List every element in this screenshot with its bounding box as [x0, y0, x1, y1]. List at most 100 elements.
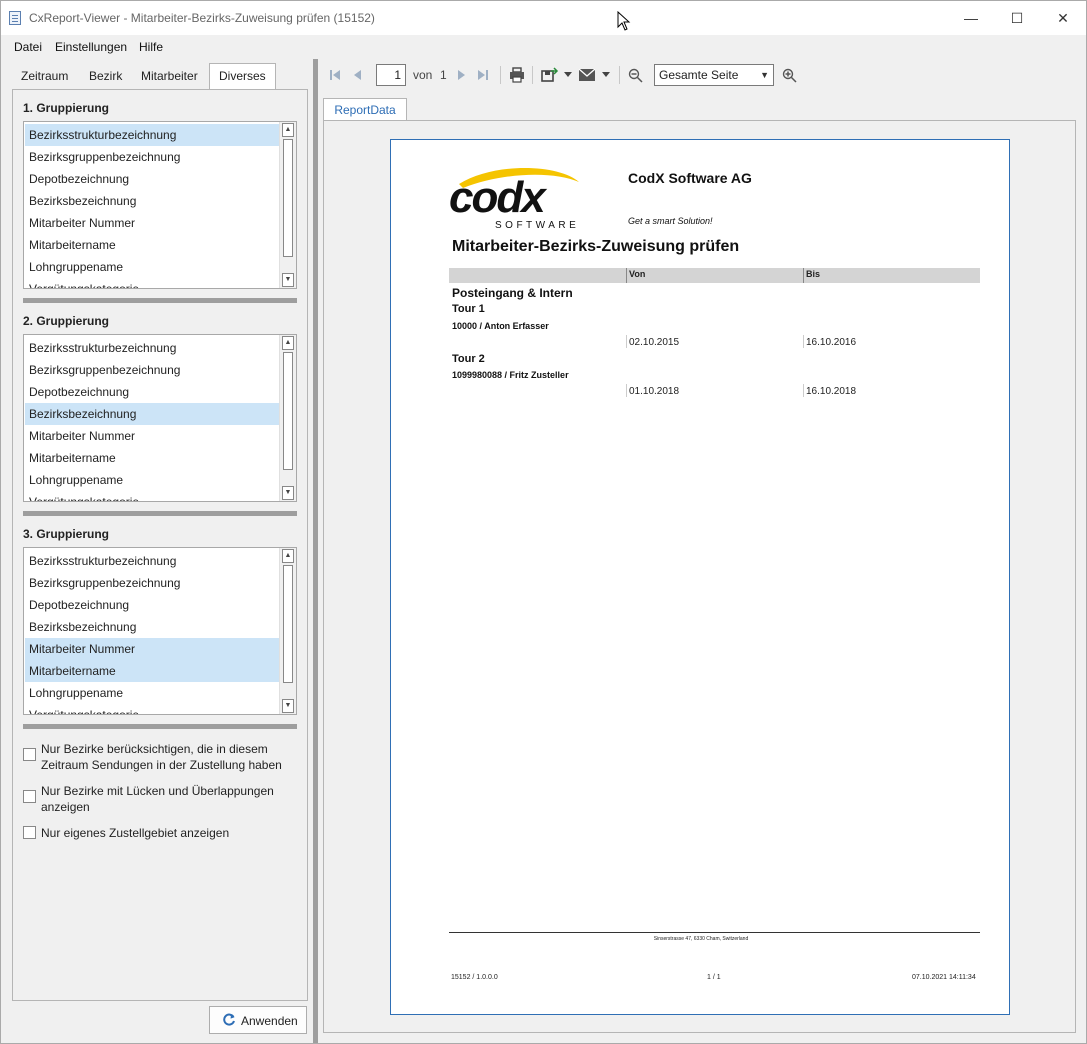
tab-diverses[interactable]: Diverses — [209, 63, 276, 90]
list-item[interactable]: Bezirksstrukturbezeichnung — [25, 124, 279, 146]
zoom-select[interactable]: Gesamte Seite ▼ — [654, 64, 774, 86]
footer-timestamp: 07.10.2021 14:11:34 — [912, 974, 976, 981]
column-divider — [626, 335, 627, 348]
list-item[interactable]: Bezirksgruppenbezeichnung — [25, 572, 279, 594]
column-divider — [803, 335, 804, 348]
apply-button[interactable]: Anwenden — [209, 1006, 307, 1034]
company-slogan: Get a smart Solution! — [628, 216, 713, 226]
chevron-down-icon: ▼ — [760, 70, 769, 80]
scroll-down-icon[interactable]: ▼ — [282, 699, 294, 713]
vertical-scrollbar[interactable]: ▲ ▼ — [279, 548, 296, 714]
menu-datei[interactable]: Datei — [14, 40, 42, 54]
vertical-scrollbar[interactable]: ▲ ▼ — [279, 335, 296, 501]
grouping-splitter[interactable] — [23, 298, 297, 303]
checkbox-luecken[interactable] — [23, 790, 36, 803]
grouping-listbox-1[interactable]: Bezirksstrukturbezeichnung Bezirksgruppen… — [23, 121, 297, 289]
tour-employee: 10000 / Anton Erfasser — [452, 321, 549, 331]
tour-name: Tour 2 — [452, 353, 485, 365]
list-item[interactable]: Mitarbeiter Nummer — [25, 425, 279, 447]
scroll-down-icon[interactable]: ▼ — [282, 273, 294, 287]
tour-bis: 16.10.2018 — [806, 386, 857, 397]
list-item[interactable]: Depotbezeichnung — [25, 381, 279, 403]
tour-von: 02.10.2015 — [629, 337, 680, 348]
checkbox-label: Nur Bezirke berücksichtigen, die in dies… — [41, 742, 282, 772]
scroll-down-icon[interactable]: ▼ — [282, 486, 294, 500]
zoom-out-icon[interactable] — [628, 68, 643, 83]
tab-mitarbeiter[interactable]: Mitarbeiter — [132, 64, 207, 90]
grouping-listbox-2[interactable]: Bezirksstrukturbezeichnung Bezirksgruppen… — [23, 334, 297, 502]
list-item[interactable]: Mitarbeiter Nummer — [25, 638, 279, 660]
column-divider — [626, 268, 627, 283]
report-header-row: Von Bis — [449, 268, 980, 283]
maximize-button[interactable]: ☐ — [994, 1, 1040, 35]
list-item[interactable]: Bezirksbezeichnung — [25, 403, 279, 425]
scroll-up-icon[interactable]: ▲ — [282, 549, 294, 563]
menu-einstellungen[interactable]: Einstellungen — [55, 40, 127, 54]
first-page-icon[interactable] — [329, 69, 341, 81]
title-bar: CxReport-Viewer - Mitarbeiter-Bezirks-Zu… — [1, 1, 1086, 35]
tab-reportdata[interactable]: ReportData — [323, 98, 407, 121]
scroll-thumb[interactable] — [283, 565, 293, 683]
grouping-splitter[interactable] — [23, 511, 297, 516]
minimize-button[interactable]: — — [948, 1, 994, 35]
tab-bezirk[interactable]: Bezirk — [80, 64, 131, 90]
list-item[interactable]: Lohngruppename — [25, 256, 279, 278]
print-icon[interactable] — [509, 67, 525, 83]
scroll-thumb[interactable] — [283, 352, 293, 470]
app-window: CxReport-Viewer - Mitarbeiter-Bezirks-Zu… — [0, 0, 1087, 1044]
list-item[interactable]: Bezirksstrukturbezeichnung — [25, 337, 279, 359]
list-item[interactable]: Mitarbeitername — [25, 447, 279, 469]
grouping-listbox-3[interactable]: Bezirksstrukturbezeichnung Bezirksgruppen… — [23, 547, 297, 715]
list-item[interactable]: Bezirksstrukturbezeichnung — [25, 550, 279, 572]
column-divider — [803, 268, 804, 283]
chevron-down-icon[interactable] — [602, 72, 610, 78]
toolbar-separator — [532, 66, 533, 84]
column-bis: Bis — [806, 269, 821, 279]
vertical-scrollbar[interactable]: ▲ ▼ — [279, 122, 296, 288]
list-item[interactable]: Mitarbeiter Nummer — [25, 212, 279, 234]
close-button[interactable]: ✕ — [1040, 1, 1086, 35]
list-item[interactable]: Mitarbeitername — [25, 234, 279, 256]
app-icon — [9, 11, 21, 25]
checkbox-sendungen[interactable] — [23, 748, 36, 761]
list-item[interactable]: Bezirksgruppenbezeichnung — [25, 359, 279, 381]
tour-employee: 1099980088 / Fritz Zusteller — [452, 370, 569, 380]
zoom-value: Gesamte Seite — [659, 68, 739, 82]
scroll-up-icon[interactable]: ▲ — [282, 123, 294, 137]
tour-von: 01.10.2018 — [629, 386, 680, 397]
panel-splitter[interactable] — [313, 59, 318, 1043]
menu-bar: Datei Einstellungen Hilfe — [1, 37, 1086, 57]
tour-bis: 16.10.2016 — [806, 337, 857, 348]
menu-hilfe[interactable]: Hilfe — [139, 40, 163, 54]
refresh-icon — [223, 1013, 235, 1026]
column-von: Von — [629, 269, 646, 279]
list-item[interactable]: Lohngruppename — [25, 469, 279, 491]
chevron-down-icon[interactable] — [564, 72, 572, 78]
logo-wordmark: codx — [449, 173, 547, 222]
checkbox-label: Nur eigenes Zustellgebiet anzeigen — [41, 826, 230, 840]
list-item[interactable]: Vergütungskategorie — [25, 278, 279, 288]
page-number-input[interactable]: 1 — [376, 64, 406, 86]
list-item[interactable]: Lohngruppename — [25, 682, 279, 704]
scroll-thumb[interactable] — [283, 139, 293, 257]
export-icon[interactable] — [541, 67, 559, 83]
email-icon[interactable] — [579, 69, 595, 81]
checkbox-zustellgebiet[interactable] — [23, 826, 36, 839]
list-item[interactable]: Bezirksbezeichnung — [25, 190, 279, 212]
list-item[interactable]: Vergütungskategorie — [25, 704, 279, 714]
footer-divider — [449, 932, 980, 933]
grouping-splitter[interactable] — [23, 724, 297, 729]
list-item[interactable]: Bezirksgruppenbezeichnung — [25, 146, 279, 168]
list-item[interactable]: Vergütungskategorie — [25, 491, 279, 501]
toolbar-separator — [500, 66, 501, 84]
list-item[interactable]: Depotbezeichnung — [25, 594, 279, 616]
previous-page-icon[interactable] — [351, 69, 363, 81]
list-item[interactable]: Depotbezeichnung — [25, 168, 279, 190]
last-page-icon[interactable] — [477, 69, 489, 81]
next-page-icon[interactable] — [456, 69, 468, 81]
scroll-up-icon[interactable]: ▲ — [282, 336, 294, 350]
list-item[interactable]: Mitarbeitername — [25, 660, 279, 682]
tab-zeitraum[interactable]: Zeitraum — [12, 64, 77, 90]
zoom-in-icon[interactable] — [782, 68, 797, 83]
list-item[interactable]: Bezirksbezeichnung — [25, 616, 279, 638]
